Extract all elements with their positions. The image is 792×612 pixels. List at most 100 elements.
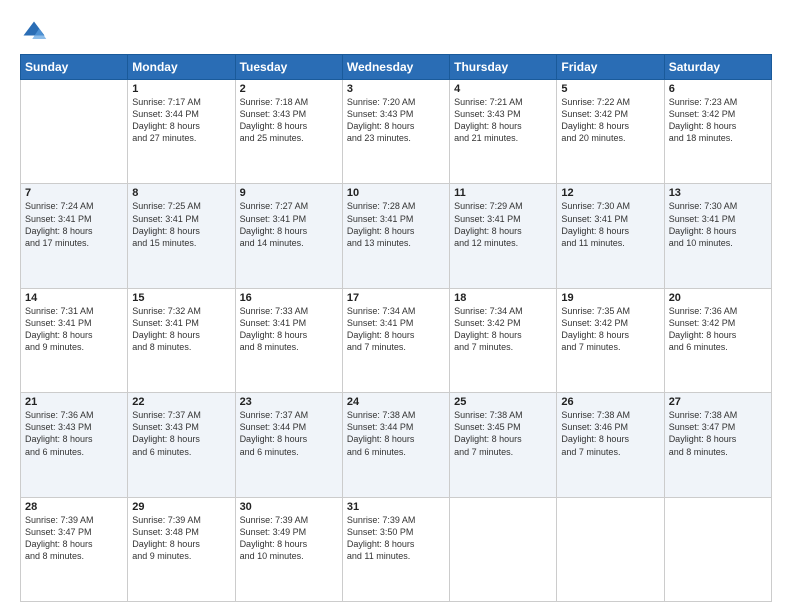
calendar-cell: 10Sunrise: 7:28 AM Sunset: 3:41 PM Dayli… (342, 184, 449, 288)
day-number: 29 (132, 501, 230, 513)
day-number: 8 (132, 187, 230, 199)
day-details: Sunrise: 7:29 AM Sunset: 3:41 PM Dayligh… (454, 200, 552, 249)
calendar-cell: 22Sunrise: 7:37 AM Sunset: 3:43 PM Dayli… (128, 393, 235, 497)
day-details: Sunrise: 7:20 AM Sunset: 3:43 PM Dayligh… (347, 96, 445, 145)
calendar-cell: 16Sunrise: 7:33 AM Sunset: 3:41 PM Dayli… (235, 288, 342, 392)
calendar-cell: 31Sunrise: 7:39 AM Sunset: 3:50 PM Dayli… (342, 497, 449, 601)
day-details: Sunrise: 7:31 AM Sunset: 3:41 PM Dayligh… (25, 305, 123, 354)
calendar-cell: 26Sunrise: 7:38 AM Sunset: 3:46 PM Dayli… (557, 393, 664, 497)
calendar-cell: 14Sunrise: 7:31 AM Sunset: 3:41 PM Dayli… (21, 288, 128, 392)
day-details: Sunrise: 7:39 AM Sunset: 3:47 PM Dayligh… (25, 514, 123, 563)
day-number: 2 (240, 83, 338, 95)
calendar-cell: 8Sunrise: 7:25 AM Sunset: 3:41 PM Daylig… (128, 184, 235, 288)
day-number: 24 (347, 396, 445, 408)
calendar-cell: 12Sunrise: 7:30 AM Sunset: 3:41 PM Dayli… (557, 184, 664, 288)
calendar-cell (450, 497, 557, 601)
calendar-cell: 4Sunrise: 7:21 AM Sunset: 3:43 PM Daylig… (450, 80, 557, 184)
calendar-week-row: 7Sunrise: 7:24 AM Sunset: 3:41 PM Daylig… (21, 184, 772, 288)
calendar-cell (21, 80, 128, 184)
calendar-cell (557, 497, 664, 601)
day-details: Sunrise: 7:25 AM Sunset: 3:41 PM Dayligh… (132, 200, 230, 249)
day-number: 10 (347, 187, 445, 199)
calendar-cell (664, 497, 771, 601)
day-number: 22 (132, 396, 230, 408)
day-details: Sunrise: 7:37 AM Sunset: 3:43 PM Dayligh… (132, 409, 230, 458)
day-details: Sunrise: 7:38 AM Sunset: 3:47 PM Dayligh… (669, 409, 767, 458)
day-details: Sunrise: 7:36 AM Sunset: 3:42 PM Dayligh… (669, 305, 767, 354)
calendar-cell: 5Sunrise: 7:22 AM Sunset: 3:42 PM Daylig… (557, 80, 664, 184)
day-number: 27 (669, 396, 767, 408)
day-number: 9 (240, 187, 338, 199)
day-number: 23 (240, 396, 338, 408)
day-details: Sunrise: 7:36 AM Sunset: 3:43 PM Dayligh… (25, 409, 123, 458)
day-number: 11 (454, 187, 552, 199)
calendar-header-monday: Monday (128, 55, 235, 80)
calendar-header-wednesday: Wednesday (342, 55, 449, 80)
calendar-cell: 19Sunrise: 7:35 AM Sunset: 3:42 PM Dayli… (557, 288, 664, 392)
day-number: 25 (454, 396, 552, 408)
day-number: 21 (25, 396, 123, 408)
calendar-cell: 27Sunrise: 7:38 AM Sunset: 3:47 PM Dayli… (664, 393, 771, 497)
calendar-cell: 24Sunrise: 7:38 AM Sunset: 3:44 PM Dayli… (342, 393, 449, 497)
day-details: Sunrise: 7:33 AM Sunset: 3:41 PM Dayligh… (240, 305, 338, 354)
day-number: 20 (669, 292, 767, 304)
logo (20, 18, 52, 46)
day-number: 19 (561, 292, 659, 304)
calendar-header-row: SundayMondayTuesdayWednesdayThursdayFrid… (21, 55, 772, 80)
day-number: 5 (561, 83, 659, 95)
day-details: Sunrise: 7:39 AM Sunset: 3:49 PM Dayligh… (240, 514, 338, 563)
calendar-week-row: 21Sunrise: 7:36 AM Sunset: 3:43 PM Dayli… (21, 393, 772, 497)
day-number: 26 (561, 396, 659, 408)
calendar-cell: 3Sunrise: 7:20 AM Sunset: 3:43 PM Daylig… (342, 80, 449, 184)
calendar-cell: 29Sunrise: 7:39 AM Sunset: 3:48 PM Dayli… (128, 497, 235, 601)
page: SundayMondayTuesdayWednesdayThursdayFrid… (0, 0, 792, 612)
calendar-cell: 2Sunrise: 7:18 AM Sunset: 3:43 PM Daylig… (235, 80, 342, 184)
day-details: Sunrise: 7:39 AM Sunset: 3:48 PM Dayligh… (132, 514, 230, 563)
day-details: Sunrise: 7:37 AM Sunset: 3:44 PM Dayligh… (240, 409, 338, 458)
calendar-cell: 23Sunrise: 7:37 AM Sunset: 3:44 PM Dayli… (235, 393, 342, 497)
day-details: Sunrise: 7:34 AM Sunset: 3:42 PM Dayligh… (454, 305, 552, 354)
day-details: Sunrise: 7:30 AM Sunset: 3:41 PM Dayligh… (669, 200, 767, 249)
calendar-cell: 7Sunrise: 7:24 AM Sunset: 3:41 PM Daylig… (21, 184, 128, 288)
calendar-cell: 11Sunrise: 7:29 AM Sunset: 3:41 PM Dayli… (450, 184, 557, 288)
day-details: Sunrise: 7:21 AM Sunset: 3:43 PM Dayligh… (454, 96, 552, 145)
day-number: 16 (240, 292, 338, 304)
day-details: Sunrise: 7:30 AM Sunset: 3:41 PM Dayligh… (561, 200, 659, 249)
day-details: Sunrise: 7:28 AM Sunset: 3:41 PM Dayligh… (347, 200, 445, 249)
calendar-cell: 20Sunrise: 7:36 AM Sunset: 3:42 PM Dayli… (664, 288, 771, 392)
day-number: 18 (454, 292, 552, 304)
calendar-header-tuesday: Tuesday (235, 55, 342, 80)
day-number: 12 (561, 187, 659, 199)
day-details: Sunrise: 7:18 AM Sunset: 3:43 PM Dayligh… (240, 96, 338, 145)
calendar-cell: 15Sunrise: 7:32 AM Sunset: 3:41 PM Dayli… (128, 288, 235, 392)
calendar-header-sunday: Sunday (21, 55, 128, 80)
day-number: 4 (454, 83, 552, 95)
day-number: 14 (25, 292, 123, 304)
day-details: Sunrise: 7:22 AM Sunset: 3:42 PM Dayligh… (561, 96, 659, 145)
calendar-header-friday: Friday (557, 55, 664, 80)
calendar-cell: 13Sunrise: 7:30 AM Sunset: 3:41 PM Dayli… (664, 184, 771, 288)
calendar-cell: 21Sunrise: 7:36 AM Sunset: 3:43 PM Dayli… (21, 393, 128, 497)
day-details: Sunrise: 7:39 AM Sunset: 3:50 PM Dayligh… (347, 514, 445, 563)
day-details: Sunrise: 7:23 AM Sunset: 3:42 PM Dayligh… (669, 96, 767, 145)
calendar-cell: 6Sunrise: 7:23 AM Sunset: 3:42 PM Daylig… (664, 80, 771, 184)
calendar-cell: 25Sunrise: 7:38 AM Sunset: 3:45 PM Dayli… (450, 393, 557, 497)
calendar-cell: 28Sunrise: 7:39 AM Sunset: 3:47 PM Dayli… (21, 497, 128, 601)
day-number: 28 (25, 501, 123, 513)
header (20, 18, 772, 46)
day-details: Sunrise: 7:38 AM Sunset: 3:44 PM Dayligh… (347, 409, 445, 458)
day-number: 7 (25, 187, 123, 199)
calendar-cell: 1Sunrise: 7:17 AM Sunset: 3:44 PM Daylig… (128, 80, 235, 184)
day-details: Sunrise: 7:32 AM Sunset: 3:41 PM Dayligh… (132, 305, 230, 354)
calendar-header-saturday: Saturday (664, 55, 771, 80)
calendar-cell: 18Sunrise: 7:34 AM Sunset: 3:42 PM Dayli… (450, 288, 557, 392)
day-details: Sunrise: 7:38 AM Sunset: 3:46 PM Dayligh… (561, 409, 659, 458)
day-details: Sunrise: 7:24 AM Sunset: 3:41 PM Dayligh… (25, 200, 123, 249)
calendar-cell: 30Sunrise: 7:39 AM Sunset: 3:49 PM Dayli… (235, 497, 342, 601)
day-number: 6 (669, 83, 767, 95)
day-details: Sunrise: 7:27 AM Sunset: 3:41 PM Dayligh… (240, 200, 338, 249)
calendar-week-row: 1Sunrise: 7:17 AM Sunset: 3:44 PM Daylig… (21, 80, 772, 184)
day-number: 13 (669, 187, 767, 199)
calendar-week-row: 28Sunrise: 7:39 AM Sunset: 3:47 PM Dayli… (21, 497, 772, 601)
logo-icon (20, 18, 48, 46)
